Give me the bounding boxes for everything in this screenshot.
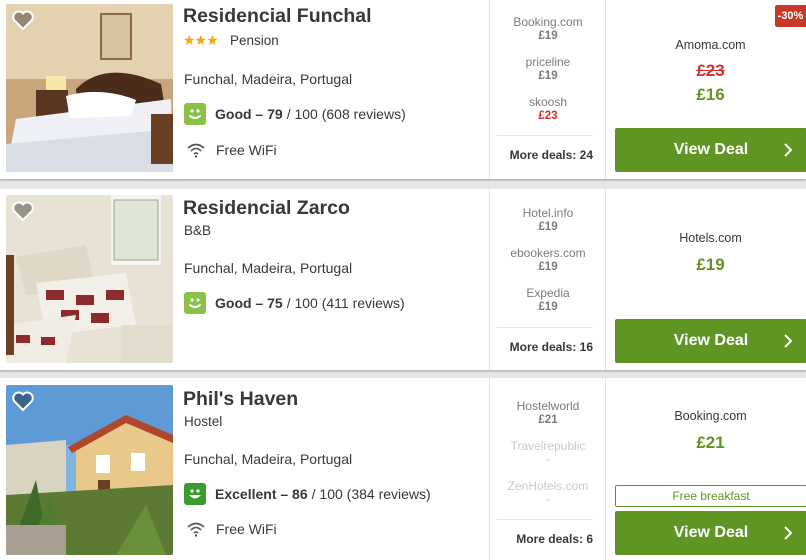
hotel-location[interactable]: Funchal, Madeira, Portugal — [184, 260, 352, 276]
rating-label: Good – 79 — [215, 106, 283, 122]
review-rating[interactable]: Excellent – 86 / 100 (384 reviews) — [184, 483, 431, 505]
deal-item[interactable]: Booking.com £19 — [490, 15, 606, 42]
best-deal-price[interactable]: £21 — [606, 433, 806, 453]
rating-label: Excellent – 86 — [215, 486, 308, 502]
amenity-wifi: Free WiFi — [186, 521, 277, 537]
hotel-photo[interactable] — [6, 4, 173, 172]
deal-item[interactable]: ebookers.com £19 — [490, 246, 606, 273]
amenity-wifi: Free WiFi — [186, 142, 277, 158]
deal-provider: ZenHotels.com — [507, 479, 589, 493]
amenity-label: Free WiFi — [216, 521, 277, 537]
review-rating[interactable]: Good – 79 / 100 (608 reviews) — [184, 103, 406, 125]
hotel-photo[interactable] — [6, 195, 173, 363]
other-deals: Hostelworld £21 Travelrepublic - ZenHote… — [489, 378, 599, 560]
hotel-name[interactable]: Phil's Haven — [183, 388, 298, 411]
best-deal-price[interactable]: £16 — [606, 85, 806, 105]
best-deal: Hotels.com £19 View Deal — [605, 189, 806, 370]
discount-badge: -30% — [775, 5, 806, 27]
deal-provider: priceline — [525, 55, 571, 69]
chevron-right-icon — [784, 334, 793, 348]
rating-count: / 100 (411 reviews) — [286, 295, 405, 311]
hotel-location[interactable]: Funchal, Madeira, Portugal — [184, 71, 352, 87]
best-deal-provider[interactable]: Hotels.com — [606, 231, 806, 245]
hotel-card: Residencial Zarco B&B Funchal, Madeira, … — [0, 189, 806, 370]
deal-item: Travelrepublic - — [490, 439, 606, 466]
hotel-type: B&B — [184, 223, 212, 238]
free-breakfast-badge: Free breakfast — [615, 485, 806, 507]
more-deals-link[interactable]: More deals: 6 — [497, 519, 593, 546]
hotel-location[interactable]: Funchal, Madeira, Portugal — [184, 451, 352, 467]
deal-provider: Travelrepublic — [510, 439, 586, 453]
deal-price: - — [546, 454, 550, 466]
hotel-type: Hostel — [184, 414, 223, 429]
best-deal-provider[interactable]: Amoma.com — [606, 38, 806, 52]
deal-item: ZenHotels.com - — [490, 479, 606, 506]
best-deal-price[interactable]: £19 — [606, 255, 806, 275]
rating-label: Good – 75 — [215, 295, 283, 311]
chevron-right-icon — [784, 143, 793, 157]
deal-price: £23 — [538, 110, 558, 122]
smiley-icon — [184, 292, 206, 314]
deal-item[interactable]: skoosh £23 — [490, 95, 606, 122]
deal-item[interactable]: Hostelworld £21 — [490, 399, 606, 426]
best-deal-provider[interactable]: Booking.com — [606, 409, 806, 423]
best-deal: -30% Amoma.com £23 £16 View Deal — [605, 0, 806, 179]
hotel-photo[interactable] — [6, 385, 173, 555]
hotel-type: Pension — [230, 33, 279, 48]
view-deal-button[interactable]: View Deal — [615, 128, 806, 172]
hotel-name[interactable]: Residencial Zarco — [183, 197, 350, 220]
deal-item[interactable]: priceline £19 — [490, 55, 606, 82]
deal-price: £19 — [538, 30, 558, 42]
view-deal-button[interactable]: View Deal — [615, 511, 806, 555]
deal-price: £21 — [538, 414, 558, 426]
best-deal: Booking.com £21 Free breakfast View Deal — [605, 378, 806, 560]
hotel-card: Residencial Funchal ★★★ Pension Funchal,… — [0, 0, 806, 179]
review-rating[interactable]: Good – 75 / 100 (411 reviews) — [184, 292, 405, 314]
heart-icon[interactable] — [11, 200, 35, 222]
rating-count: / 100 (384 reviews) — [311, 486, 431, 502]
deal-provider: Expedia — [526, 286, 570, 300]
more-deals-link[interactable]: More deals: 24 — [497, 135, 593, 162]
view-deal-label: View Deal — [673, 524, 749, 541]
star-rating: ★★★ — [183, 32, 219, 48]
wifi-icon — [187, 143, 205, 158]
deal-price: £19 — [538, 70, 558, 82]
hotel-card: Phil's Haven Hostel Funchal, Madeira, Po… — [0, 378, 806, 560]
deal-provider: skoosh — [528, 95, 568, 109]
view-deal-label: View Deal — [673, 332, 749, 349]
original-price: £23 — [696, 61, 725, 80]
chevron-right-icon — [784, 526, 793, 540]
deal-provider: Hotel.info — [522, 206, 574, 220]
view-deal-label: View Deal — [673, 141, 749, 158]
deal-item[interactable]: Expedia £19 — [490, 286, 606, 313]
amenity-label: Free WiFi — [216, 142, 277, 158]
rating-count: / 100 (608 reviews) — [286, 106, 406, 122]
deal-provider: Hostelworld — [516, 399, 580, 413]
other-deals: Booking.com £19 priceline £19 skoosh £23… — [489, 0, 599, 179]
wifi-icon — [187, 522, 205, 537]
smiley-icon — [184, 483, 206, 505]
deal-provider: Booking.com — [513, 15, 583, 29]
more-deals-link[interactable]: More deals: 16 — [497, 327, 593, 354]
heart-icon[interactable] — [11, 9, 35, 31]
hotel-name[interactable]: Residencial Funchal — [183, 5, 372, 28]
deal-price: - — [546, 494, 550, 506]
heart-icon[interactable] — [11, 390, 35, 412]
deal-provider: ebookers.com — [510, 246, 586, 260]
deal-price: £19 — [538, 301, 558, 313]
other-deals: Hotel.info £19 ebookers.com £19 Expedia … — [489, 189, 599, 370]
view-deal-button[interactable]: View Deal — [615, 319, 806, 363]
deal-price: £19 — [538, 261, 558, 273]
smiley-icon — [184, 103, 206, 125]
deal-item[interactable]: Hotel.info £19 — [490, 206, 606, 233]
deal-price: £19 — [538, 221, 558, 233]
